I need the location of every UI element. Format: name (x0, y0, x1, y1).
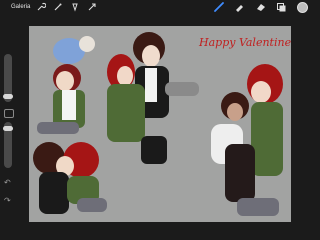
drawing-canvas[interactable]: Happy Valentine's Day (29, 26, 291, 222)
handwritten-title: Happy Valentine's Day (198, 36, 291, 49)
wrench-icon[interactable] (36, 2, 47, 12)
magic-wand-icon[interactable] (53, 2, 63, 12)
figure-bottom-left (33, 142, 107, 214)
gallery-button[interactable]: Galeria (11, 2, 30, 12)
brush-icon[interactable] (214, 2, 225, 12)
redo-icon[interactable]: ↷ (4, 196, 11, 205)
figure-center-couple (107, 32, 199, 164)
smudge-icon[interactable] (234, 2, 245, 12)
brush-size-thumb[interactable] (3, 94, 13, 99)
artwork: Happy Valentine's Day (33, 32, 291, 216)
modify-button[interactable] (4, 109, 14, 118)
undo-icon[interactable]: ↶ (4, 178, 11, 187)
transform-arrow-icon[interactable] (87, 2, 97, 12)
side-toolbar: ↶ ↷ (0, 26, 18, 222)
selection-icon[interactable] (70, 2, 80, 12)
opacity-thumb[interactable] (3, 126, 13, 131)
top-toolbar: Galeria (0, 0, 320, 14)
figure-right (211, 64, 283, 216)
color-picker-swatch[interactable] (297, 2, 308, 13)
figure-top-left (37, 36, 95, 134)
layers-icon[interactable] (276, 2, 287, 12)
eraser-icon[interactable] (255, 2, 266, 12)
